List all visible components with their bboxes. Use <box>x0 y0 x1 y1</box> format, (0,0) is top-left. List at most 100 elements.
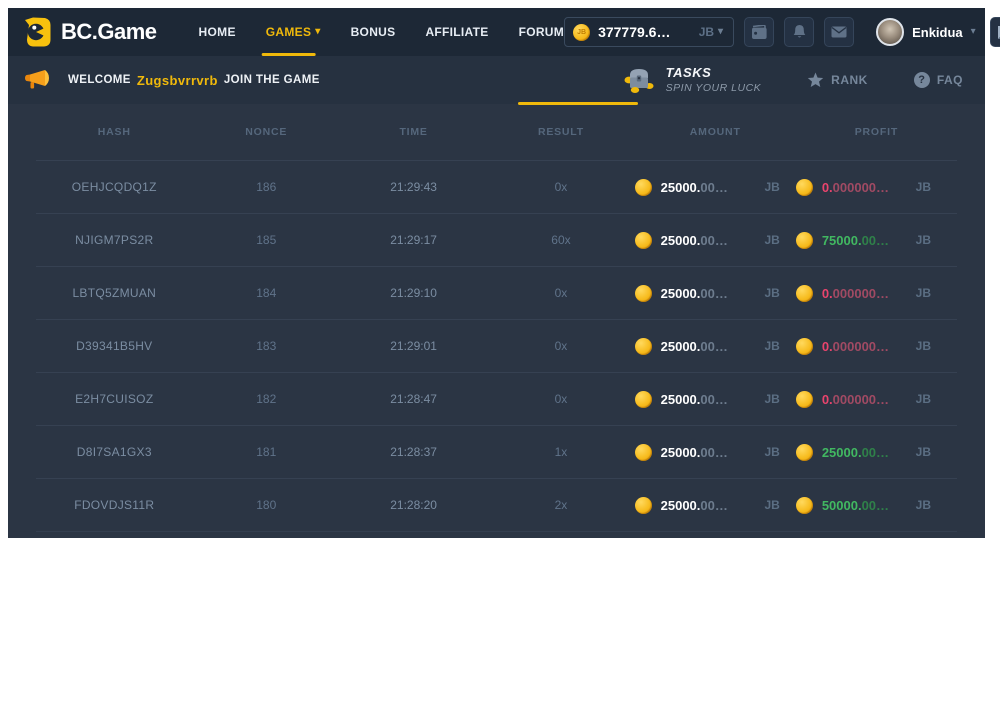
chevron-down-icon: ▾ <box>971 27 976 37</box>
bet-nonce: 186 <box>193 180 340 194</box>
jb-coin-icon <box>796 179 813 196</box>
chevron-down-icon: ▾ <box>718 27 723 37</box>
table-header-row: HASH NONCE TIME RESULT AMOUNT PROFIT <box>36 104 957 160</box>
nav-item-games[interactable]: GAMES▾ <box>266 8 321 56</box>
bet-result: 0x <box>487 180 634 194</box>
bet-nonce: 180 <box>193 498 340 512</box>
bet-hash[interactable]: D8I7SA1GX3 <box>36 445 193 459</box>
jb-coin-icon <box>796 497 813 514</box>
jb-coin-icon <box>635 285 652 302</box>
wallet-icon <box>751 25 768 40</box>
balance-amount: 377779.6… <box>598 24 670 40</box>
bet-time: 21:29:43 <box>340 180 487 194</box>
bet-result: 1x <box>487 445 634 459</box>
page: BC.Game HOME GAMES▾ BONUS AFFILIATE FORU… <box>8 8 985 538</box>
nav-item-home[interactable]: HOME <box>199 8 236 56</box>
bet-profit: 0.000000… JB <box>796 285 957 302</box>
table-row[interactable]: E2H7CUISOZ 182 21:28:47 0x 25000.00… JB … <box>36 372 957 425</box>
bet-nonce: 183 <box>193 339 340 353</box>
bet-hash[interactable]: FDOVDJS11R <box>36 498 193 512</box>
tasks-title: TASKS <box>666 65 762 81</box>
bet-nonce: 181 <box>193 445 340 459</box>
bell-icon <box>792 24 807 40</box>
table-row[interactable]: OEHJCQDQ1Z 186 21:29:43 0x 25000.00… JB … <box>36 160 957 213</box>
welcome-message: WELCOME Zugsbvrrvrb JOIN THE GAME <box>68 73 320 88</box>
table-row[interactable]: LBTQ5ZMUAN 184 21:29:10 0x 25000.00… JB … <box>36 266 957 319</box>
col-header-nonce: NONCE <box>193 126 340 138</box>
bet-time: 21:29:10 <box>340 286 487 300</box>
user-menu[interactable]: Enkidua ▾ <box>876 18 976 46</box>
balance-selector[interactable]: JB 377779.6… JB▾ <box>564 17 734 47</box>
jb-coin-icon: JB <box>573 24 590 41</box>
col-header-result: RESULT <box>487 126 634 138</box>
avatar <box>876 18 904 46</box>
col-header-amount: AMOUNT <box>635 126 796 138</box>
jb-coin-icon <box>635 338 652 355</box>
table-row[interactable]: FDOVDJS11R 180 21:28:20 2x 25000.00… JB … <box>36 478 957 531</box>
active-tab-indicator <box>518 102 638 105</box>
jb-coin-icon <box>796 338 813 355</box>
chat-button[interactable] <box>990 17 1000 47</box>
bet-hash[interactable]: D39341B5HV <box>36 339 193 353</box>
brand-logo[interactable]: BC.Game <box>22 16 157 48</box>
wallet-button[interactable] <box>744 17 774 47</box>
envelope-icon <box>831 26 847 38</box>
tasks-widget[interactable]: TASKS SPIN YOUR LUCK <box>622 65 762 94</box>
faq-link[interactable]: ? FAQ <box>914 72 963 88</box>
bets-table-panel: HASH NONCE TIME RESULT AMOUNT PROFIT OEH… <box>8 104 985 538</box>
bet-time: 21:28:37 <box>340 445 487 459</box>
bet-amount: 25000.00… JB <box>635 232 796 249</box>
nav-item-forum[interactable]: FORUM <box>519 8 565 56</box>
bet-amount: 25000.00… JB <box>635 444 796 461</box>
table-row[interactable]: NJIGM7PS2R 185 21:29:17 60x 25000.00… JB… <box>36 213 957 266</box>
bet-amount: 25000.00… JB <box>635 285 796 302</box>
bet-time: 21:28:47 <box>340 392 487 406</box>
jb-coin-icon <box>635 232 652 249</box>
chevron-down-icon: ▾ <box>315 27 320 37</box>
nav-item-affiliate[interactable]: AFFILIATE <box>425 8 488 56</box>
bet-result: 0x <box>487 286 634 300</box>
bet-result: 0x <box>487 392 634 406</box>
bet-hash[interactable]: OEHJCQDQ1Z <box>36 180 193 194</box>
bet-result: 60x <box>487 233 634 247</box>
megaphone-icon <box>24 69 50 91</box>
star-icon <box>807 72 824 88</box>
bet-profit: 0.000000… JB <box>796 391 957 408</box>
nav-item-bonus[interactable]: BONUS <box>351 8 396 56</box>
bet-amount: 25000.00… JB <box>635 497 796 514</box>
bet-result: 0x <box>487 339 634 353</box>
bet-profit: 0.000000… JB <box>796 179 957 196</box>
messages-button[interactable] <box>824 17 854 47</box>
tasks-text: TASKS SPIN YOUR LUCK <box>666 65 762 94</box>
bet-result: 2x <box>487 498 634 512</box>
bet-hash[interactable]: LBTQ5ZMUAN <box>36 286 193 300</box>
bet-amount: 25000.00… JB <box>635 338 796 355</box>
notifications-button[interactable] <box>784 17 814 47</box>
bet-time: 21:29:01 <box>340 339 487 353</box>
table-row[interactable]: D8I7SA1GX3 181 21:28:37 1x 25000.00… JB … <box>36 425 957 478</box>
main-nav: HOME GAMES▾ BONUS AFFILIATE FORUM <box>199 8 565 56</box>
brand-name: BC.Game <box>61 19 157 45</box>
bet-profit: 75000.00… JB <box>796 232 957 249</box>
rank-link[interactable]: RANK <box>807 72 868 88</box>
bet-amount: 25000.00… JB <box>635 179 796 196</box>
tasks-subtitle: SPIN YOUR LUCK <box>666 82 762 95</box>
bet-nonce: 185 <box>193 233 340 247</box>
balance-currency[interactable]: JB▾ <box>699 25 723 39</box>
banner-right: TASKS SPIN YOUR LUCK RANK ? FAQ <box>622 65 963 94</box>
jb-coin-icon <box>635 497 652 514</box>
jb-coin-icon <box>635 179 652 196</box>
bet-hash[interactable]: E2H7CUISOZ <box>36 392 193 406</box>
bet-nonce: 182 <box>193 392 340 406</box>
bet-profit: 25000.00… JB <box>796 444 957 461</box>
bet-hash[interactable]: NJIGM7PS2R <box>36 233 193 247</box>
jb-coin-icon <box>635 444 652 461</box>
bcgame-logo-icon <box>22 16 52 48</box>
table-row[interactable]: D39341B5HV 183 21:29:01 0x 25000.00… JB … <box>36 319 957 372</box>
jb-coin-icon <box>635 391 652 408</box>
jb-coin-icon <box>796 391 813 408</box>
bet-amount: 25000.00… JB <box>635 391 796 408</box>
welcome-banner: WELCOME Zugsbvrrvrb JOIN THE GAME <box>8 56 985 104</box>
bet-profit: 0.000000… JB <box>796 338 957 355</box>
col-header-hash: HASH <box>36 126 193 138</box>
